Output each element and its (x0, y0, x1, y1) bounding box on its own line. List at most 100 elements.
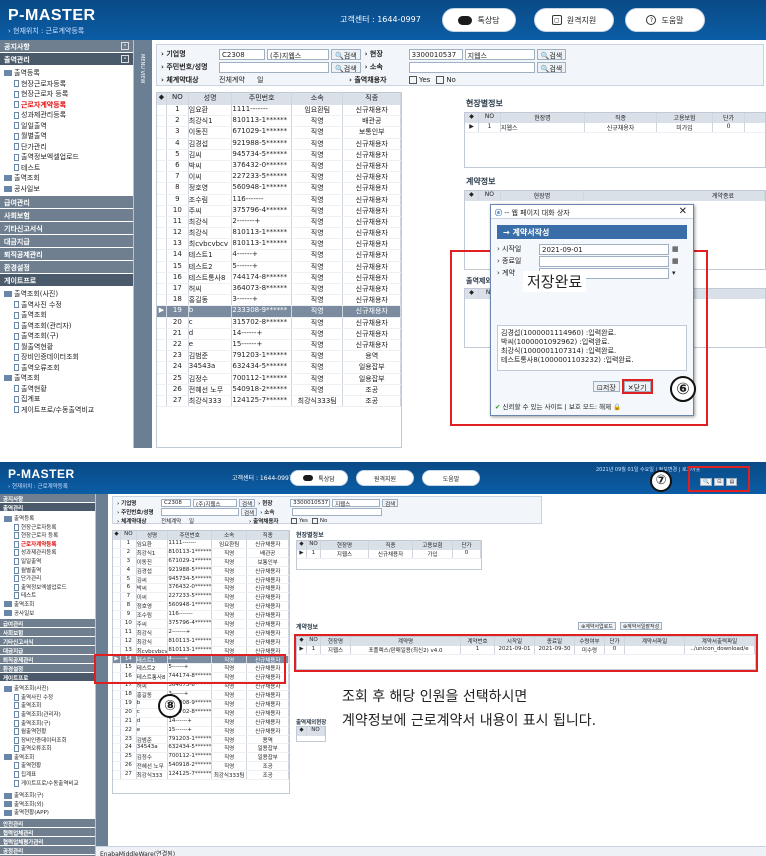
sidebar-item[interactable]: 월별출역 (4, 131, 131, 142)
sidebar-section[interactable]: 공지사항 - (0, 40, 133, 53)
help-button[interactable]: 도움말 (422, 470, 480, 486)
table-row[interactable]: 8 정호영 560948-1****** 직영 신규채용자 (113, 602, 289, 612)
sidebar-item[interactable]: 출역조회(관리자) (4, 321, 131, 332)
table-row[interactable]: 14 테스트1 4------+ 직영 신규채용자 (157, 250, 402, 262)
header-job[interactable]: 직종 (247, 531, 289, 540)
sidebar-item[interactable]: 출역조회(사진) (4, 289, 131, 300)
company-name-input[interactable]: (주)지웹스 (267, 48, 329, 60)
sidebar-section[interactable]: 협력업체평가관리 (0, 837, 95, 847)
table-row[interactable]: 2 최강식1 810113-1****** 직영 배관공 (157, 116, 402, 128)
table-row[interactable]: 2 최강식1 810113-1****** 직영 배관공 (113, 548, 289, 558)
sidebar-item[interactable]: 월별출역 (4, 566, 93, 575)
sidebar-item[interactable]: 출역등록 (4, 514, 93, 523)
table-row[interactable]: 6 박씨 376432-0****** 직영 신규채용자 (113, 584, 289, 594)
table-row[interactable]: 18 홍길동 3------+ 직영 신규채용자 (113, 691, 289, 701)
table-row[interactable]: 5 김씨 945734-5****** 직영 신규채용자 (157, 149, 402, 161)
sidebar-item[interactable]: 장비인증데이터조회 (4, 352, 131, 363)
sidebar-item[interactable]: 출역조회(관리자) (4, 710, 93, 719)
sidebar-item[interactable]: 출역현황(APP) (4, 808, 93, 817)
table-row[interactable]: 12 최강식 810113-1****** 직영 신규채용자 (113, 637, 289, 647)
table-row[interactable]: 9 조수림 116------- 직영 신규채용자 (113, 611, 289, 621)
menu-view-toggle[interactable]: MENU VIEW (134, 40, 152, 448)
sidebar-item[interactable]: 공사일보 (4, 184, 131, 195)
id-search-button[interactable]: 🔍검색 (331, 61, 361, 73)
header-job[interactable]: 직종 (343, 93, 402, 105)
save-toolbar-button[interactable]: ⊡ (714, 478, 725, 486)
sidebar-item[interactable]: 출역정보엑셀업로드 (4, 583, 93, 592)
table-row[interactable]: 12 최강식 810113-1****** 직영 신규채용자 (157, 228, 402, 240)
no-checkbox[interactable] (436, 76, 445, 84)
table-row[interactable]: 26 전혜선 노무 540918-2****** 직영 조공 (113, 762, 289, 772)
sidebar-item[interactable]: 월출역현황 (4, 342, 131, 353)
sidebar-item[interactable]: 게이트프로/수동출역비교 (4, 779, 93, 788)
chevron-down-icon[interactable]: ▾ (672, 269, 676, 277)
affil-search-button[interactable]: 🔍검색 (536, 61, 567, 73)
end-date-input[interactable] (539, 255, 669, 267)
sidebar-item[interactable]: 출역정보엑셀업로드 (4, 152, 131, 163)
table-row[interactable]: 18 홍길동 3------+ 직영 신규채용자 (157, 295, 402, 307)
sidebar-item[interactable]: 현장근로자등록 (4, 79, 131, 90)
header-name[interactable]: 성명 (137, 531, 169, 540)
sidebar-item[interactable]: 근로자계약등록 (4, 540, 93, 549)
table-row[interactable]: 11 최강식 2-------+ 직영 신규채용자 (113, 628, 289, 638)
site-code-input[interactable]: 3300010537 (290, 498, 331, 507)
table-row[interactable]: 1 임요환 1111------- 임요환팀 신규채용자 (113, 540, 289, 549)
table-row[interactable]: 16 테스트통사8 744174-8****** 직영 신규채용자 (157, 272, 402, 284)
yes-checkbox[interactable] (291, 517, 297, 524)
table-row[interactable]: 25 김정수 700112-1****** 직영 일용잡부 (157, 373, 402, 385)
sidebar-section[interactable]: 퇴직공제관리 (0, 655, 95, 665)
table-row[interactable]: 17 허씨 364073-8****** 직영 신규채용자 (157, 284, 402, 296)
remote-support-button[interactable]: 원격지원 (356, 470, 414, 486)
sidebar-item[interactable]: 현장근로자 등록 (4, 531, 93, 540)
table-row[interactable]: 21 d 14------+ 직영 신규채용자 (113, 717, 289, 727)
table-row[interactable]: 4 김경섭 921988-5****** 직영 신규채용자 (113, 566, 289, 576)
id-search-button[interactable]: 검색 (241, 507, 258, 517)
sidebar-section[interactable]: 사회보험 (0, 628, 95, 638)
sidebar-item[interactable]: 출역등록 (4, 68, 131, 79)
sidebar-item[interactable]: 출역사진 수정 (4, 693, 93, 702)
sidebar-item[interactable]: 출역조회(구) (4, 719, 93, 728)
contract-value[interactable]: 전체계약 (219, 75, 257, 85)
sidebar-item[interactable]: 테스트 (4, 591, 93, 600)
header-affil[interactable]: 소속 (212, 531, 248, 540)
talk-button[interactable]: 톡상담 (290, 470, 348, 486)
id-input[interactable] (161, 507, 239, 516)
print-button[interactable]: ▤ (726, 478, 738, 486)
site-name-input[interactable]: 지웹스 (464, 48, 535, 60)
sidebar-section[interactable]: 급여관리 (0, 196, 133, 209)
sidebar-section[interactable]: 환경설정 (0, 261, 133, 274)
table-row[interactable]: 8 정호영 560948-1****** 직영 신규채용자 (157, 183, 402, 195)
table-row[interactable]: 25 김정수 700112-1****** 직영 일용잡부 (113, 753, 289, 763)
company-search-button[interactable]: 🔍검색 (331, 48, 361, 60)
company-code-input[interactable]: C2308 (219, 48, 265, 60)
table-row[interactable]: 24 34543a 632434-5****** 직영 일용잡부 (157, 362, 402, 374)
table-row[interactable]: 19 b 233308-9****** 직영 신규채용자 (113, 700, 289, 709)
table-row[interactable]: ▶ 19 b 233308-9****** 직영 신규채용자 (157, 306, 402, 318)
print-contract-button[interactable]: ⊕계약서일괄작성 (619, 622, 663, 630)
affil-input[interactable] (292, 507, 383, 516)
site-name-input[interactable]: 지웹스 (332, 498, 381, 508)
sidebar-item[interactable]: 월출역현황 (4, 727, 93, 736)
table-row[interactable]: 10 주씨 375796-4****** 직영 신규채용자 (157, 205, 402, 217)
site-row[interactable]: ▶ 1 지웹스 신규채용자 미가입 0 (465, 123, 765, 133)
table-row[interactable]: 21 d 14------+ 직영 신규채용자 (157, 328, 402, 340)
sidebar-section[interactable]: 출역관리 (0, 503, 95, 512)
close-icon[interactable]: ✕ (679, 206, 687, 217)
start-date-input[interactable]: 2021-09-01 (539, 243, 669, 255)
sidebar-item[interactable]: 일일출역 (4, 121, 131, 132)
sidebar-item[interactable]: 현장근로자 등록 (4, 89, 131, 100)
table-row[interactable]: 11 최강식 2-------+ 직영 신규채용자 (157, 216, 402, 229)
sidebar-item[interactable]: 장비인증데이터조회 (4, 736, 93, 745)
table-row[interactable]: 26 전혜선 노무 540918-2****** 직영 조공 (157, 384, 402, 396)
site-search-button[interactable]: 🔍검색 (536, 48, 567, 60)
sidebar-section[interactable]: 출역관리 - (0, 53, 133, 66)
sidebar-item[interactable]: 출역현황 (4, 384, 131, 395)
table-row[interactable]: 20 c 315702-8****** 직영 신규채용자 (157, 317, 402, 329)
header-name[interactable]: 성명 (189, 93, 233, 105)
company-code-input[interactable]: C2308 (161, 498, 191, 507)
sidebar-item[interactable]: 출역조회(사진) (4, 684, 93, 693)
table-row[interactable]: 13 최cvbcvbcv 810113-1****** 직영 신규채용자 (157, 239, 402, 251)
sidebar-section[interactable]: 대금지급 (0, 235, 133, 248)
sidebar-section[interactable]: 퇴직공제관리 (0, 248, 133, 261)
sidebar-item[interactable]: 출역조회 (4, 310, 131, 321)
